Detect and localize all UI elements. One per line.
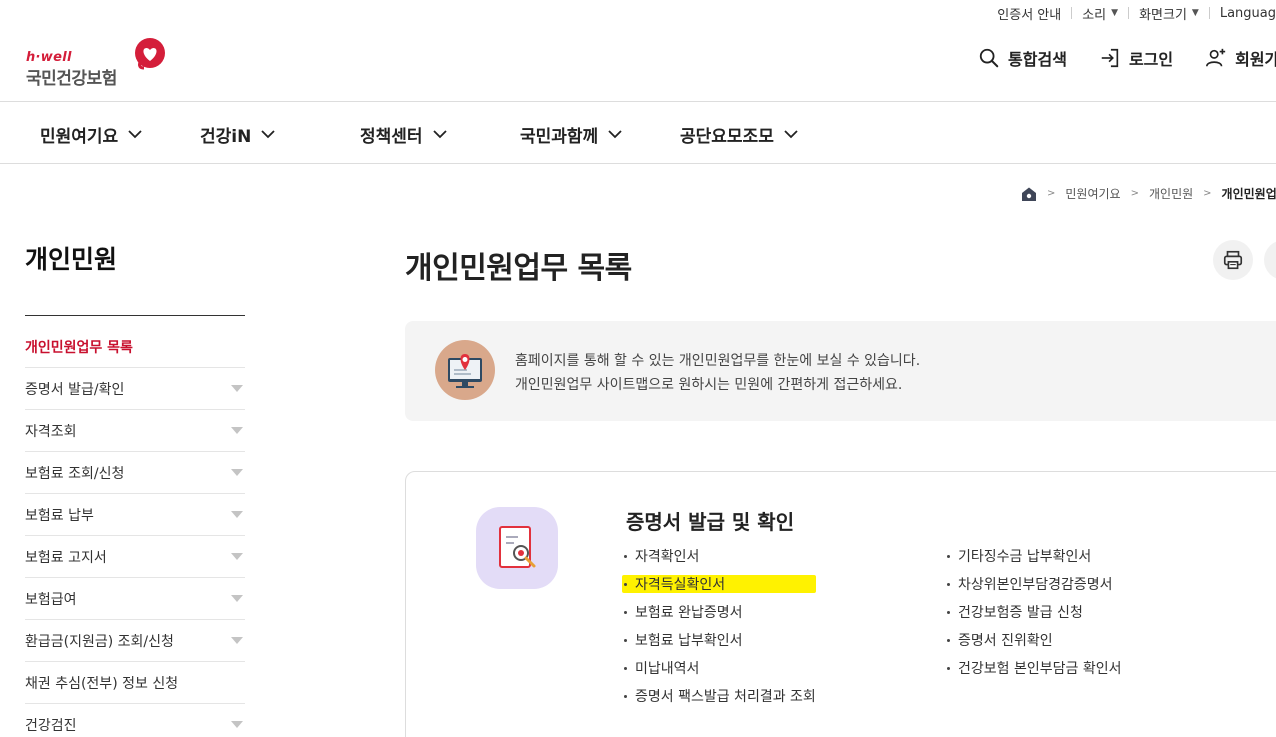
login-icon [1101, 48, 1119, 68]
link-premium-payment-cert[interactable]: 보험료 납부확인서 [624, 626, 816, 654]
nav-item-about[interactable]: 공단요모조모 [680, 122, 798, 147]
sidebar-item-debt-collection[interactable]: 채권 추심(전부) 정보 신청 [25, 662, 245, 704]
breadcrumb-item[interactable]: 민원여기요 [1065, 185, 1120, 202]
bullet [624, 554, 627, 558]
link-insurance-card[interactable]: 건강보험증 발급 신청 [947, 598, 1121, 626]
sidebar-item-certificate[interactable]: 증명서 발급/확인 [25, 368, 245, 410]
bullet [624, 666, 627, 670]
link-unpaid-statement[interactable]: 미납내역서 [624, 654, 816, 682]
chevron-down-icon [432, 130, 447, 139]
nav-item-policy[interactable]: 정책센터 [360, 122, 447, 147]
sidebar-item-premium-payment[interactable]: 보험료 납부 [25, 494, 245, 536]
triangle-down-icon [231, 469, 243, 476]
triangle-down-icon [231, 595, 243, 602]
print-button[interactable] [1213, 240, 1253, 280]
link-column: 자격확인서 자격득실확인서 보험료 완납증명서 보험료 납부확인서 미납내역서 … [622, 542, 816, 710]
cert-guide-link[interactable]: 인증서 안내 [987, 4, 1071, 23]
bullet [624, 582, 627, 586]
certificate-card: 증명서 발급 및 확인 자격확인서 자격득실확인서 보험료 완납증명서 보험료 … [405, 471, 1276, 737]
sidebar-item-premium-inquiry[interactable]: 보험료 조회/신청 [25, 452, 245, 494]
chevron-down-icon: ▼ [1191, 8, 1199, 18]
monitor-location-icon [435, 340, 495, 400]
bullet [947, 638, 950, 642]
nav-item-civil[interactable]: 민원여기요 [40, 122, 142, 147]
sidebar-title: 개인민원 [25, 245, 118, 274]
share-button[interactable] [1264, 240, 1276, 280]
chevron-right-icon: > [1047, 188, 1056, 199]
bullet [947, 610, 950, 614]
bullet [947, 666, 950, 670]
sidebar-menu: 개인민원업무 목록 증명서 발급/확인 자격조회 보험료 조회/신청 보험료 납… [25, 326, 245, 737]
logo-subtitle: h·well [26, 50, 72, 65]
bullet [947, 582, 950, 586]
add-user-icon [1206, 48, 1226, 67]
sidebar-item-qualification[interactable]: 자격조회 [25, 410, 245, 452]
chevron-down-icon [784, 130, 798, 139]
info-text: 홈페이지를 통해 할 수 있는 개인민원업무를 한눈에 보실 수 있습니다. 개… [515, 353, 921, 393]
link-low-income-cert[interactable]: 차상위본인부담경감증명서 [947, 570, 1121, 598]
heart-logo-icon [135, 38, 165, 70]
search-icon [979, 48, 999, 68]
link-premium-paid-cert[interactable]: 보험료 완납증명서 [624, 598, 816, 626]
nav-divider [0, 163, 1276, 164]
triangle-down-icon [231, 721, 243, 728]
breadcrumb-item[interactable]: 개인민원 [1149, 185, 1193, 202]
logo-title: 국민건강보험 [26, 69, 117, 89]
nav-item-health-in[interactable]: 건강iN [200, 122, 275, 147]
home-icon[interactable] [1021, 186, 1037, 202]
link-copay-cert[interactable]: 건강보험 본인부담금 확인서 [947, 654, 1121, 682]
chevron-down-icon [261, 130, 275, 139]
triangle-down-icon [231, 427, 243, 434]
link-qualification-history-cert[interactable]: 자격득실확인서 [622, 575, 816, 593]
chevron-right-icon: > [1203, 188, 1212, 199]
sidebar-item-list[interactable]: 개인민원업무 목록 [25, 326, 245, 368]
login-button[interactable]: 로그인 [1099, 46, 1173, 70]
sidebar-item-premium-notice[interactable]: 보험료 고지서 [25, 536, 245, 578]
bullet [624, 638, 627, 642]
breadcrumb: > 민원여기요 > 개인민원 > 개인민원업무 [1021, 185, 1276, 202]
printer-icon [1223, 250, 1243, 270]
chevron-down-icon: ▼ [1111, 8, 1119, 18]
triangle-down-icon [231, 385, 243, 392]
chevron-down-icon [608, 130, 622, 139]
bullet [624, 694, 627, 698]
sound-dropdown[interactable]: 소리 ▼ [1072, 4, 1128, 23]
logo[interactable]: h·well 국민건강보험 [26, 38, 176, 89]
nav-item-with-people[interactable]: 국민과함께 [520, 122, 622, 147]
document-search-icon [476, 507, 558, 589]
triangle-down-icon [231, 637, 243, 644]
link-fax-result[interactable]: 증명서 팩스발급 처리결과 조회 [624, 682, 816, 710]
utility-bar: 인증서 안내 소리 ▼ 화면크기 ▼ Languag [987, 0, 1276, 26]
triangle-down-icon [231, 511, 243, 518]
bullet [624, 610, 627, 614]
triangle-down-icon [231, 553, 243, 560]
bullet [947, 554, 950, 558]
sidebar-item-refund[interactable]: 환급금(지원금) 조회/신청 [25, 620, 245, 662]
sidebar-divider [25, 315, 245, 316]
signup-button[interactable]: 회원가입 [1205, 46, 1276, 70]
chevron-right-icon: > [1130, 188, 1139, 199]
breadcrumb-current: 개인민원업무 [1221, 187, 1276, 201]
language-dropdown[interactable]: Languag [1210, 6, 1276, 21]
link-other-collection-cert[interactable]: 기타징수금 납부확인서 [947, 542, 1121, 570]
search-button[interactable]: 통합검색 [978, 46, 1067, 70]
chevron-down-icon [128, 130, 142, 139]
page-title: 개인민원업무 목록 [405, 251, 632, 286]
sidebar-item-checkup[interactable]: 건강검진 [25, 704, 245, 737]
screen-size-dropdown[interactable]: 화면크기 ▼ [1129, 4, 1209, 23]
main-nav: 민원여기요 건강iN 정책센터 국민과함께 공단요모조모 [0, 102, 1276, 163]
info-box: 홈페이지를 통해 할 수 있는 개인민원업무를 한눈에 보실 수 있습니다. 개… [405, 321, 1276, 421]
sidebar-item-benefits[interactable]: 보험급여 [25, 578, 245, 620]
link-cert-verification[interactable]: 증명서 진위확인 [947, 626, 1121, 654]
header-actions: 통합검색 로그인 회원가입 [978, 46, 1276, 70]
link-column: 기타징수금 납부확인서 차상위본인부담경감증명서 건강보험증 발급 신청 증명서… [947, 542, 1121, 682]
link-qualification-cert[interactable]: 자격확인서 [624, 542, 816, 570]
card-title: 증명서 발급 및 확인 [626, 510, 795, 534]
